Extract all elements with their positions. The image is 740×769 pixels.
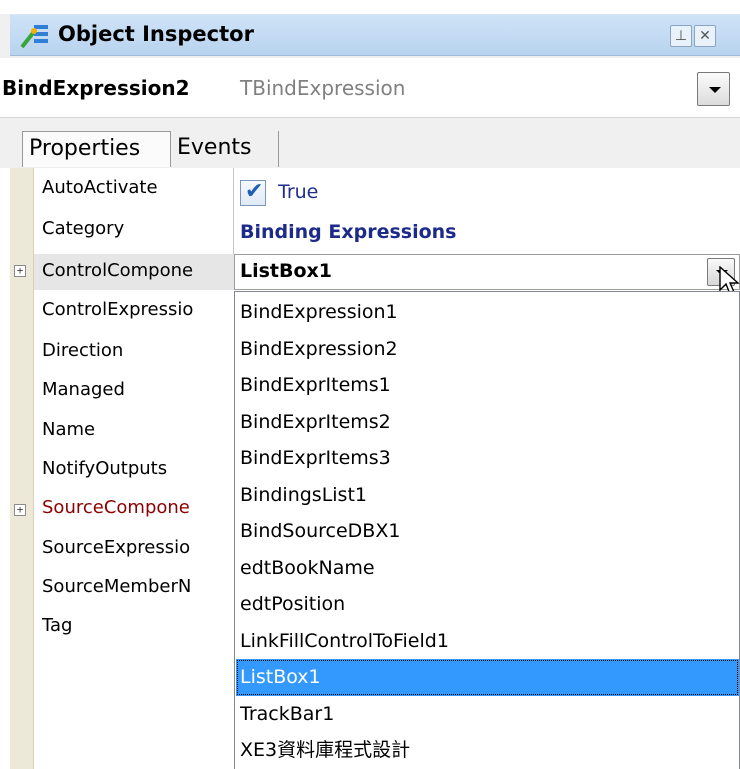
property-name: SourceMemberN: [42, 576, 192, 597]
property-row-managed[interactable]: Managed: [34, 372, 234, 410]
expand-icon[interactable]: +: [14, 265, 26, 277]
property-name: ControlCompone: [42, 260, 194, 281]
top-strip: [0, 0, 740, 14]
dropdown-item[interactable]: LinkFillControlToField1: [236, 623, 739, 660]
property-name: SourceCompone: [42, 497, 190, 518]
chevron-down-icon: [709, 87, 721, 93]
dropdown-item[interactable]: BindingsList1: [236, 477, 739, 514]
property-row-category[interactable]: Category: [34, 211, 234, 249]
property-row-direction[interactable]: Direction: [34, 333, 234, 371]
property-name: ControlExpressio: [42, 299, 194, 320]
dropdown-item[interactable]: BindExprItems1: [236, 367, 739, 404]
window-title: Object Inspector: [58, 22, 254, 46]
property-row-tag[interactable]: Tag: [34, 608, 234, 646]
close-icon[interactable]: ✕: [694, 25, 716, 47]
property-name: SourceExpressio: [42, 537, 191, 558]
property-row-sourcemembername[interactable]: SourceMemberN: [34, 569, 234, 607]
property-name: Managed: [42, 379, 125, 400]
inspector-tabs: Properties Events: [0, 118, 740, 168]
dropdown-item[interactable]: BindSourceDBX1: [236, 513, 739, 550]
object-inspector-titlebar[interactable]: Object Inspector ⊥ ✕: [10, 14, 740, 56]
component-type: TBindExpression: [240, 76, 406, 100]
property-row-autoactivate[interactable]: AutoActivate: [34, 170, 234, 208]
component-dropdown-button[interactable]: [697, 72, 730, 106]
dropdown-item[interactable]: ListBox1: [236, 659, 739, 696]
dropdown-item[interactable]: BindExpression2: [236, 331, 739, 368]
expand-icon[interactable]: +: [14, 504, 26, 516]
property-row-controlcomponent[interactable]: ControlCompone: [34, 253, 234, 291]
dropdown-item[interactable]: BindExpression1: [236, 294, 739, 331]
property-name: NotifyOutputs: [42, 458, 168, 479]
dropdown-item[interactable]: edtBookName: [236, 550, 739, 587]
dropdown-item[interactable]: BindExprItems2: [236, 404, 739, 441]
category-value[interactable]: Binding Expressions: [240, 221, 457, 243]
property-row-sourceexpression[interactable]: SourceExpressio: [34, 530, 234, 568]
pin-icon[interactable]: ⊥: [670, 25, 692, 47]
grid-gutter: [10, 168, 34, 769]
dropdown-item[interactable]: TrackBar1: [236, 696, 739, 733]
property-name: Direction: [42, 340, 124, 361]
property-name: Tag: [42, 615, 73, 636]
dropdown-item[interactable]: BindExprItems3: [236, 440, 739, 477]
autoactivate-checkbox[interactable]: ✔: [240, 179, 266, 206]
property-name: Name: [42, 419, 96, 440]
property-row-controlexpression[interactable]: ControlExpressio: [34, 292, 234, 330]
control-component-value: ListBox1: [240, 260, 333, 282]
autoactivate-value-text: True: [278, 181, 319, 203]
component-dropdown-list[interactable]: BindExpression1 BindExpression2 BindExprIt…: [234, 291, 740, 769]
component-selector[interactable]: BindExpression2 TBindExpression: [0, 58, 740, 118]
dropdown-item[interactable]: edtPosition: [236, 586, 739, 623]
object-inspector-icon: [20, 25, 48, 49]
property-name: AutoActivate: [42, 177, 158, 198]
property-row-name[interactable]: Name: [34, 412, 234, 450]
control-component-editor[interactable]: ListBox1: [234, 254, 740, 290]
checkmark-icon: ✔: [245, 179, 264, 204]
property-name: Category: [42, 218, 125, 239]
component-name: BindExpression2: [2, 76, 190, 100]
property-row-notifyoutputs[interactable]: NotifyOutputs: [34, 451, 234, 489]
tab-properties[interactable]: Properties: [22, 131, 171, 167]
dropdown-item[interactable]: XE3資料庫程式設計: [236, 732, 739, 769]
property-row-sourcecomponent[interactable]: SourceCompone: [34, 490, 234, 528]
tab-events[interactable]: Events: [171, 131, 279, 167]
